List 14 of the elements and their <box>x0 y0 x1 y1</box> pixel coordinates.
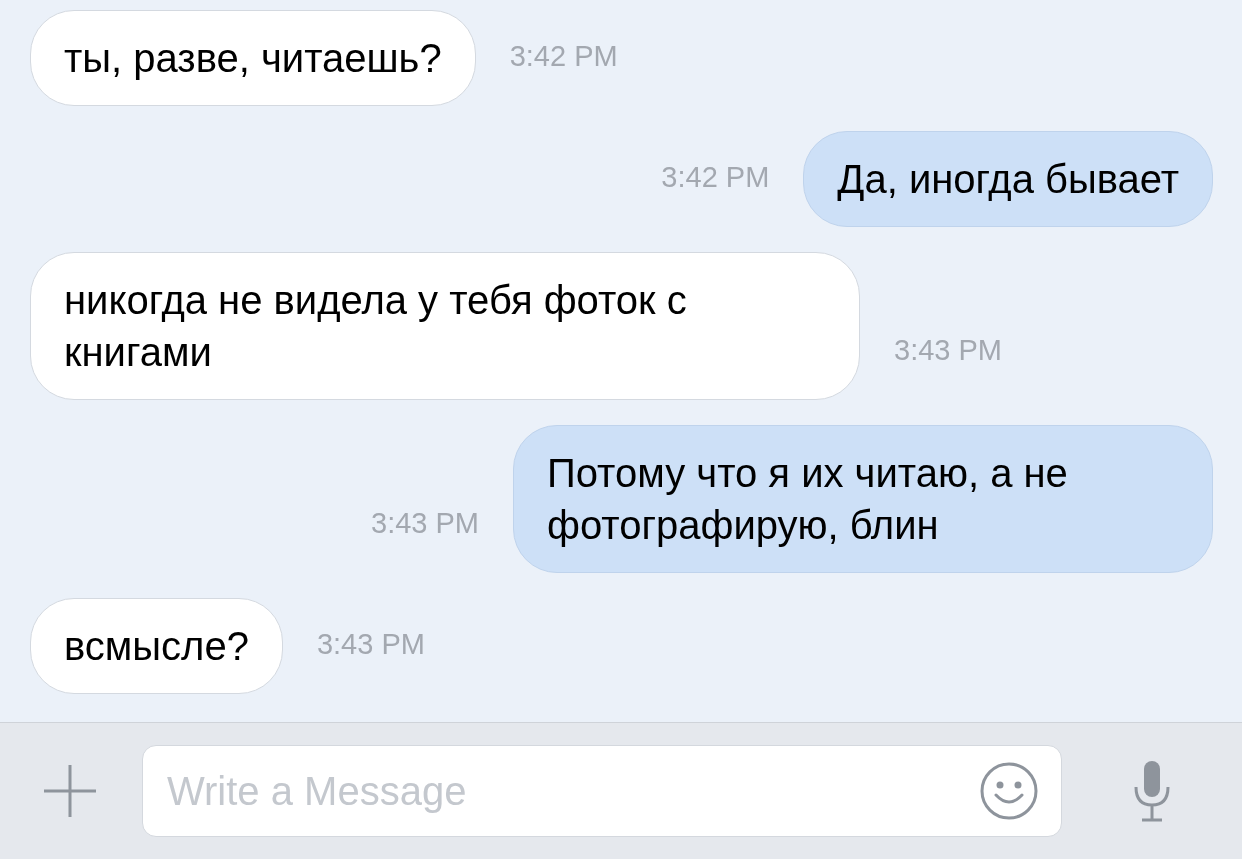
message-bubble: всмысле? <box>30 598 283 694</box>
message-time: 3:43 PM <box>316 626 425 662</box>
message-time: 3:42 PM <box>509 38 618 74</box>
message-time: 3:43 PM <box>894 332 1002 368</box>
message-bubble: Потому что я их читаю, а не фотографирую, блин <box>513 425 1213 573</box>
message-time: 3:42 PM <box>661 159 770 195</box>
message-bubble: Да, иногда бывает <box>803 131 1213 227</box>
message-bubble: ты, разве, читаешь? <box>30 10 476 106</box>
microphone-icon[interactable] <box>1132 759 1172 823</box>
smiley-icon[interactable] <box>979 761 1039 821</box>
message-input[interactable]: Write a Message <box>167 761 979 821</box>
message-bubble: никогда не видела у тебя фоток с книгами <box>30 252 860 400</box>
message-time: 3:43 PM <box>371 505 479 541</box>
message-field[interactable]: Write a Message <box>142 745 1062 837</box>
